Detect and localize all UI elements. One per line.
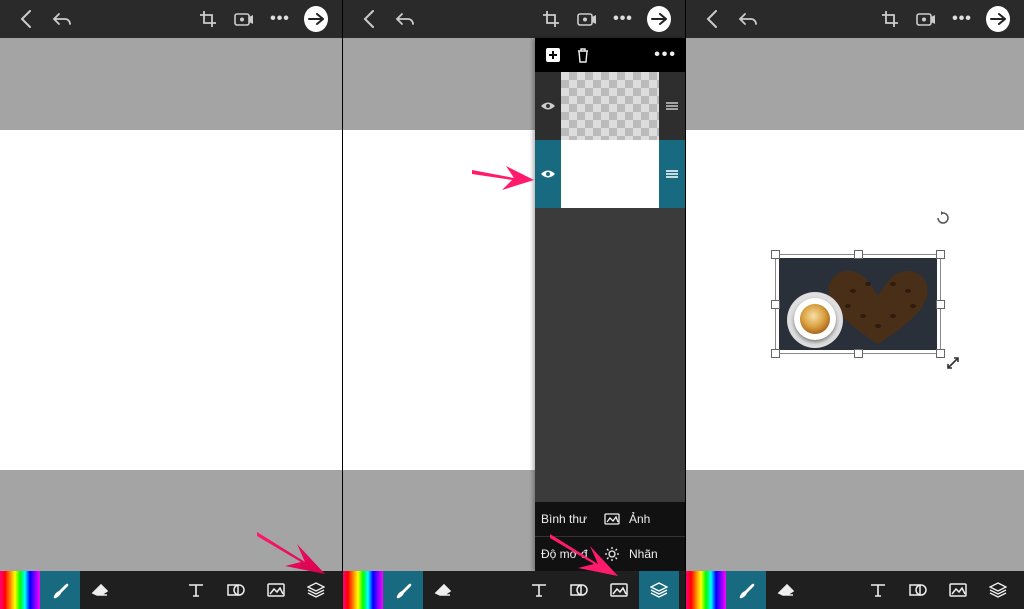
shape-button[interactable] <box>898 571 938 609</box>
screen-1: ••• <box>0 0 342 609</box>
brush-button[interactable] <box>726 571 766 609</box>
layers-header: ••• <box>535 38 685 72</box>
shape-button[interactable] <box>559 571 599 609</box>
camera-icon[interactable] <box>575 7 599 31</box>
layers-button[interactable] <box>296 571 336 609</box>
back-icon[interactable] <box>14 7 38 31</box>
layer-row-selected[interactable] <box>535 140 685 208</box>
bottom-toolbar <box>343 571 685 609</box>
opacity-label: Độ mờ đ <box>535 547 601 561</box>
rotate-handle-icon[interactable] <box>936 211 950 225</box>
visibility-toggle[interactable] <box>535 140 561 208</box>
image-icon <box>601 513 623 525</box>
color-picker-button[interactable] <box>686 571 726 609</box>
resize-handle[interactable] <box>854 349 863 358</box>
canvas[interactable] <box>0 130 342 470</box>
image-button[interactable] <box>599 571 639 609</box>
image-button[interactable] <box>938 571 978 609</box>
layer-menu-image[interactable]: Bình thư Ảnh <box>535 502 685 536</box>
topbar: ••• <box>343 0 685 38</box>
gear-icon <box>601 546 623 562</box>
go-button[interactable] <box>986 7 1010 31</box>
layer-more-icon[interactable]: ••• <box>654 46 677 64</box>
resize-handle[interactable] <box>771 349 780 358</box>
layer-menu: Bình thư Ảnh Độ mờ đ Nhãn <box>535 502 685 571</box>
eraser-button[interactable] <box>423 571 463 609</box>
more-icon[interactable]: ••• <box>950 7 974 31</box>
delete-layer-button[interactable] <box>573 45 593 65</box>
resize-handle[interactable] <box>771 250 780 259</box>
resize-handle[interactable] <box>936 349 945 358</box>
crop-icon[interactable] <box>878 7 902 31</box>
drag-handle-icon[interactable] <box>659 72 685 140</box>
text-button[interactable] <box>858 571 898 609</box>
tutorial-arrow-icon <box>255 528 325 574</box>
layers-button[interactable] <box>978 571 1018 609</box>
eraser-button[interactable] <box>80 571 120 609</box>
layer-thumb <box>561 72 659 140</box>
color-picker-button[interactable] <box>0 571 40 609</box>
back-icon[interactable] <box>357 7 381 31</box>
resize-handle[interactable] <box>854 250 863 259</box>
coffee <box>800 304 830 334</box>
go-button[interactable] <box>304 7 328 31</box>
more-icon[interactable]: ••• <box>268 7 292 31</box>
screen-3: ••• <box>686 0 1024 609</box>
undo-icon[interactable] <box>736 7 760 31</box>
layer-thumb <box>561 140 659 208</box>
scale-icon[interactable] <box>946 356 960 375</box>
blend-label: Bình thư <box>535 512 601 526</box>
stage: ••• <box>0 0 1024 609</box>
add-layer-button[interactable] <box>543 45 563 65</box>
text-button[interactable] <box>519 571 559 609</box>
layer-menu-label[interactable]: Độ mờ đ Nhãn <box>535 537 685 571</box>
topbar: ••• <box>0 0 342 38</box>
more-icon[interactable]: ••• <box>611 7 635 31</box>
layer-row[interactable] <box>535 72 685 140</box>
resize-handle[interactable] <box>936 300 945 309</box>
go-button[interactable] <box>647 7 671 31</box>
layers-button[interactable] <box>639 571 679 609</box>
drag-handle-icon[interactable] <box>659 140 685 208</box>
resize-handle[interactable] <box>771 300 780 309</box>
bottom-toolbar <box>0 571 342 609</box>
screen-2: ••• ••• Bình thư <box>343 0 685 609</box>
color-picker-button[interactable] <box>343 571 383 609</box>
back-icon[interactable] <box>700 7 724 31</box>
camera-icon[interactable] <box>232 7 256 31</box>
undo-icon[interactable] <box>50 7 74 31</box>
image-content <box>779 258 937 350</box>
topbar: ••• <box>686 0 1024 38</box>
crop-icon[interactable] <box>539 7 563 31</box>
menu-text: Nhãn <box>623 547 685 561</box>
resize-handle[interactable] <box>936 250 945 259</box>
brush-button[interactable] <box>383 571 423 609</box>
visibility-toggle[interactable] <box>535 72 561 140</box>
text-button[interactable] <box>176 571 216 609</box>
bottom-toolbar <box>686 571 1024 609</box>
camera-icon[interactable] <box>914 7 938 31</box>
shape-button[interactable] <box>216 571 256 609</box>
eraser-button[interactable] <box>766 571 806 609</box>
brush-button[interactable] <box>40 571 80 609</box>
layers-panel: ••• Bình thư Ảnh Độ mờ đ <box>535 38 685 571</box>
menu-text: Ảnh <box>623 512 685 526</box>
undo-icon[interactable] <box>393 7 417 31</box>
image-button[interactable] <box>256 571 296 609</box>
inserted-image[interactable] <box>775 254 941 354</box>
crop-icon[interactable] <box>196 7 220 31</box>
